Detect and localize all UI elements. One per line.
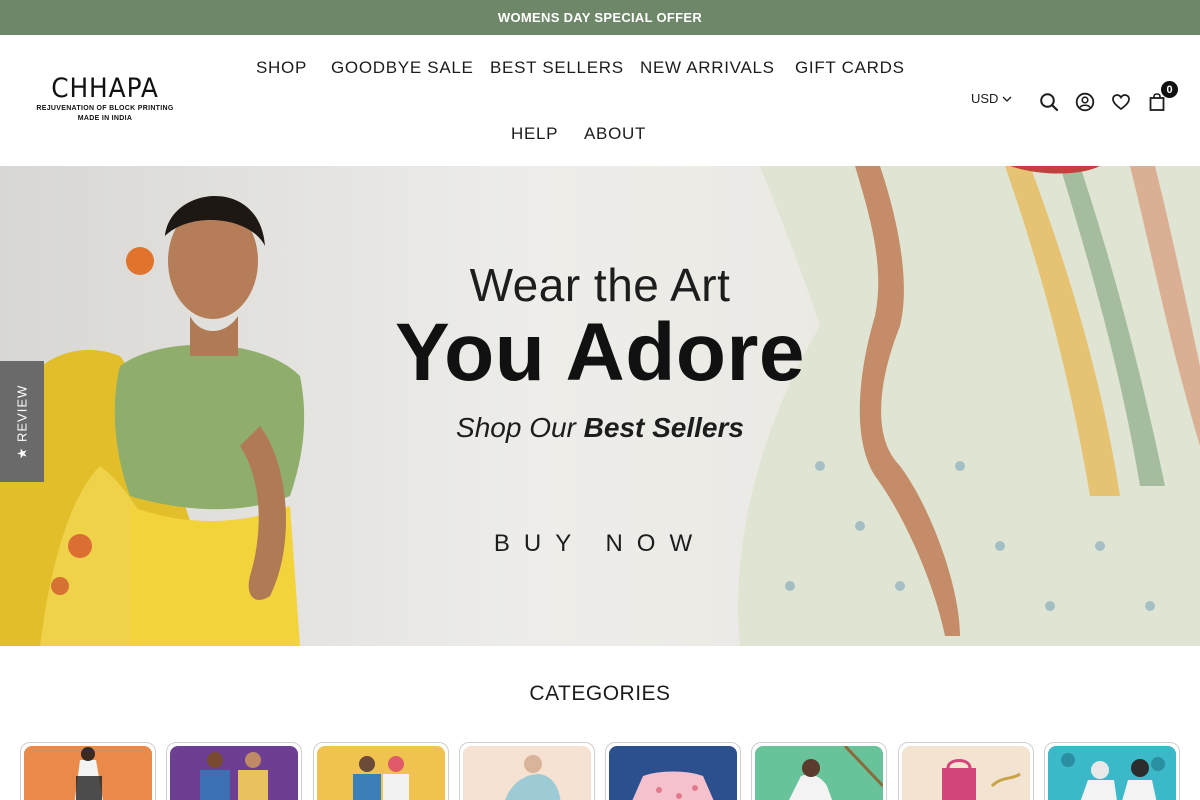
category-image (1048, 746, 1176, 800)
category-card[interactable] (459, 742, 595, 800)
category-card[interactable] (1044, 742, 1180, 800)
category-card[interactable] (313, 742, 449, 800)
hero-subheadline-bold: Best Sellers (583, 412, 744, 443)
category-card[interactable] (166, 742, 302, 800)
nav-goodbye-sale[interactable]: GOODBYE SALE (331, 58, 474, 78)
cart-count-badge: 0 (1161, 81, 1178, 98)
chevron-down-icon (1002, 96, 1012, 102)
hero-headline-large: You Adore (395, 307, 805, 398)
hero-subheadline-regular: Shop Our (456, 412, 584, 443)
category-image (170, 746, 298, 800)
buy-now-button[interactable]: BUY NOW (0, 530, 1200, 558)
category-image (902, 746, 1030, 800)
brand-logo[interactable]: CHHAPA REJUVENATION OF BLOCK PRINTING MA… (30, 75, 180, 123)
site-header: CHHAPA REJUVENATION OF BLOCK PRINTING MA… (0, 35, 1200, 166)
category-image (609, 746, 737, 800)
review-tab[interactable]: ★ REVIEW (0, 361, 44, 482)
hero-headline-small: Wear the Art (469, 259, 731, 311)
review-tab-label: ★ REVIEW (14, 384, 29, 459)
brand-tagline: REJUVENATION OF BLOCK PRINTING (36, 105, 174, 112)
currency-label: USD (971, 91, 999, 106)
currency-selector[interactable]: USD (971, 91, 1012, 106)
hero-banner[interactable]: Wear the Art You Adore Shop Our Best Sel… (0, 166, 1200, 646)
category-card[interactable] (751, 742, 887, 800)
category-image (24, 746, 152, 800)
category-card[interactable] (20, 742, 156, 800)
nav-about[interactable]: ABOUT (584, 124, 646, 144)
nav-help[interactable]: HELP (511, 124, 558, 144)
hero-text-overlay: Wear the Art You Adore Shop Our Best Sel… (0, 166, 1200, 646)
category-image (755, 746, 883, 800)
brand-made-in: MADE IN INDIA (77, 115, 133, 122)
announcement-text[interactable]: WOMENS DAY SPECIAL OFFER (498, 10, 702, 25)
categories-title: CATEGORIES (529, 682, 671, 705)
category-image (317, 746, 445, 800)
category-card[interactable] (898, 742, 1034, 800)
nav-new-arrivals[interactable]: NEW ARRIVALS (640, 58, 775, 78)
search-icon[interactable] (1038, 91, 1060, 113)
wishlist-heart-icon[interactable] (1110, 91, 1132, 113)
announcement-bar[interactable]: WOMENS DAY SPECIAL OFFER (0, 0, 1200, 35)
category-image (463, 746, 591, 800)
hero-subheadline: Shop Our Best Sellers (0, 412, 1200, 444)
brand-name: CHHAPA (51, 73, 159, 104)
category-card[interactable] (605, 742, 741, 800)
nav-gift-cards[interactable]: GIFT CARDS (795, 58, 905, 78)
account-icon[interactable] (1074, 91, 1096, 113)
nav-shop[interactable]: SHOP (256, 58, 307, 78)
nav-best-sellers[interactable]: BEST SELLERS (490, 58, 624, 78)
